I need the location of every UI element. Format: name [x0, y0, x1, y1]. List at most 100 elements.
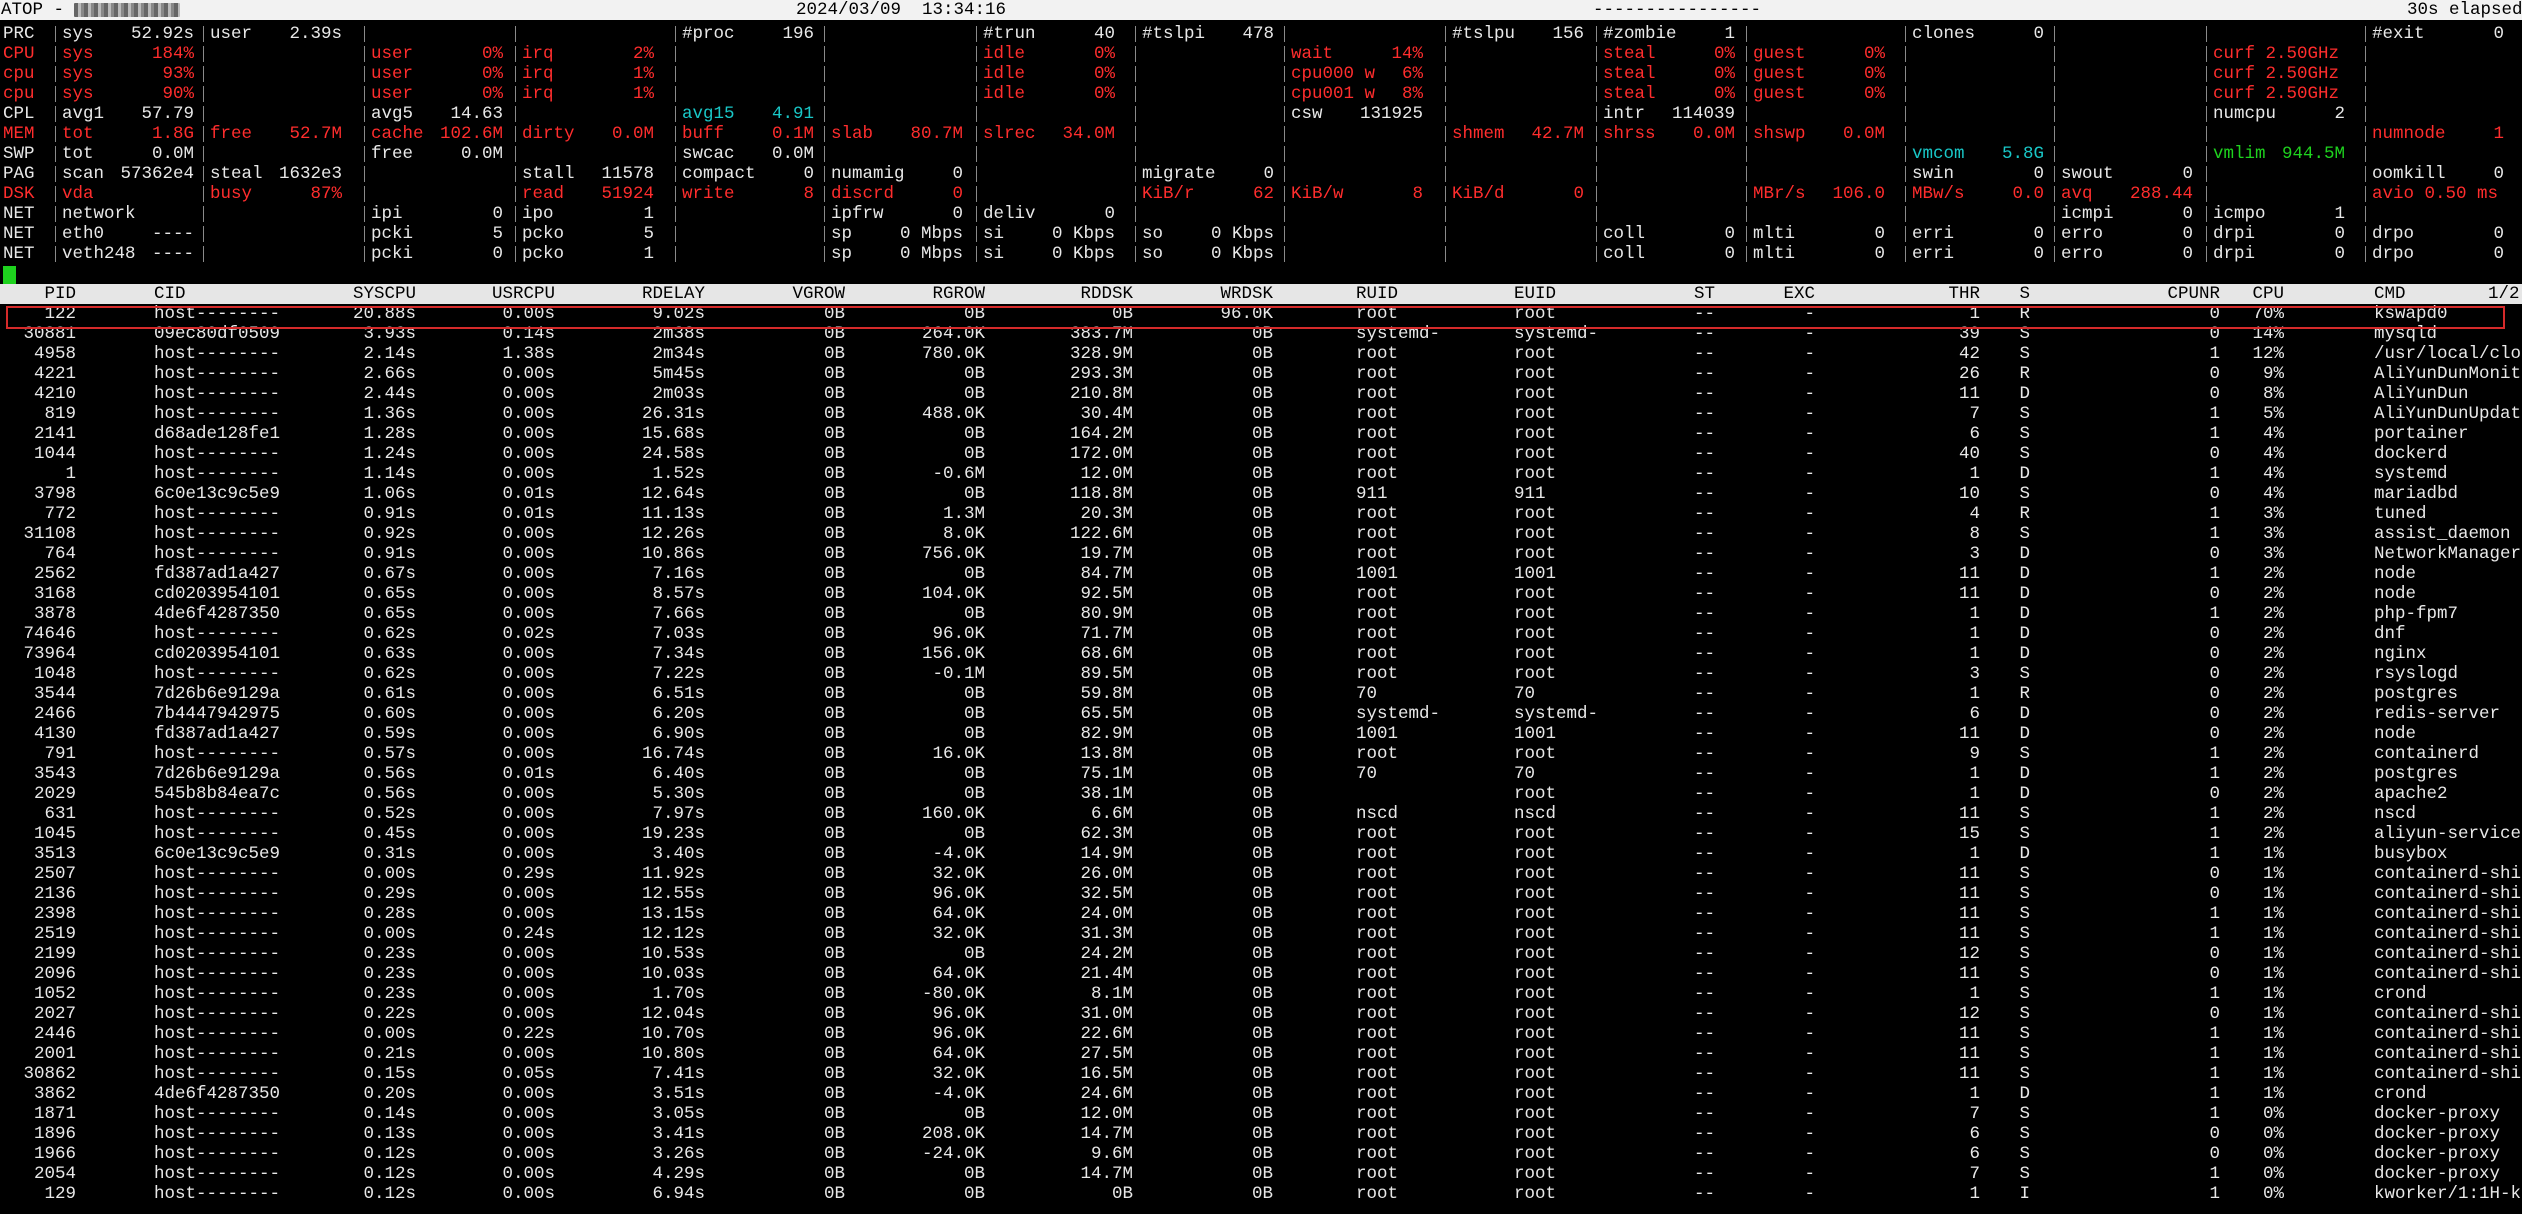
cell-exc: - [1804, 1024, 1815, 1044]
field-separator [364, 106, 365, 122]
table-row[interactable]: 4221 host-------- 2.66s 0.00s 5m45s 0B 0B 293.3… [0, 364, 2522, 384]
field-separator [364, 66, 365, 82]
table-row[interactable]: 791 host-------- 0.57s 0.00s 16.74s 0B 16.0K 13… [0, 744, 2522, 764]
cell-rdelay: 4.29s [652, 1164, 705, 1184]
table-row[interactable]: 819 host-------- 1.36s 0.00s 26.31s 0B 488.0K 3… [0, 404, 2522, 424]
cell-pid: 4130 [33, 724, 76, 744]
table-row[interactable]: 1871 host-------- 0.14s 0.00s 3.05s 0B 0B 12.0M… [0, 1104, 2522, 1124]
field-separator [2054, 146, 2055, 162]
cell-usrcpu: 0.00s [502, 544, 555, 564]
table-row[interactable]: 31108 host-------- 0.92s 0.00s 12.26s 0B 8.0K 1… [0, 524, 2522, 544]
cell-syscpu: 1.24s [363, 444, 416, 464]
cell-s: R [2019, 504, 2030, 524]
cell-wrdsk: 96.0K [1220, 304, 1273, 324]
table-row[interactable]: 3168 cd0203954101 0.65s 0.00s 8.57s 0B 104.0K 9… [0, 584, 2522, 604]
cell-usrcpu: 0.00s [502, 784, 555, 804]
table-row[interactable]: 1896 host-------- 0.13s 0.00s 3.41s 0B 208.0K 1… [0, 1124, 2522, 1144]
cell-euid: root [1514, 1024, 1557, 1044]
table-row[interactable]: 30862 host-------- 0.15s 0.05s 7.41s 0B 32.0K 1… [0, 1064, 2522, 1084]
cell-cpunr: 1 [2209, 804, 2220, 824]
cell-ruid: root [1356, 1184, 1399, 1204]
cell-cmd: containerd-shi [2374, 904, 2522, 924]
table-row[interactable]: 2054 host-------- 0.12s 0.00s 4.29s 0B 0B 14.7M… [0, 1164, 2522, 1184]
table-row[interactable]: 1045 host-------- 0.45s 0.00s 19.23s 0B 0B 62.3… [0, 824, 2522, 844]
table-row[interactable]: 2136 host-------- 0.29s 0.00s 12.55s 0B 96.0K 3… [0, 884, 2522, 904]
table-row[interactable]: 2466 7b4447942975 0.60s 0.00s 6.20s 0B 0B 65.5M… [0, 704, 2522, 724]
table-row[interactable]: 2446 host-------- 0.00s 0.22s 10.70s 0B 96.0K 2… [0, 1024, 2522, 1044]
cell-wrdsk: 0B [1251, 904, 1273, 924]
cell-rgrow: -4.0K [932, 1084, 985, 1104]
table-row[interactable]: 3513 6c0e13c9c5e9 0.31s 0.00s 3.40s 0B -4.0K 14… [0, 844, 2522, 864]
table-row[interactable]: 2096 host-------- 0.23s 0.00s 10.03s 0B 64.0K 2… [0, 964, 2522, 984]
sys-field-value: 0 [2493, 224, 2504, 244]
table-row[interactable]: 4130 fd387ad1a427 0.59s 0.00s 6.90s 0B 0B 82.9M… [0, 724, 2522, 744]
table-row[interactable]: 2001 host-------- 0.21s 0.00s 10.80s 0B 64.0K 2… [0, 1044, 2522, 1064]
table-row[interactable]: 1052 host-------- 0.23s 0.00s 1.70s 0B -80.0K 8… [0, 984, 2522, 1004]
table-row[interactable]: 1048 host-------- 0.62s 0.00s 7.22s 0B -0.1M 89… [0, 664, 2522, 684]
cell-rdelay: 12.04s [641, 1004, 705, 1024]
cell-syscpu: 0.52s [363, 804, 416, 824]
table-row[interactable]: 631 host-------- 0.52s 0.00s 7.97s 0B 160.0K 6.… [0, 804, 2522, 824]
table-row[interactable]: 1966 host-------- 0.12s 0.00s 3.26s 0B -24.0K 9… [0, 1144, 2522, 1164]
cell-pid: 1048 [33, 664, 76, 684]
cell-cmd: containerd-shi [2374, 1024, 2522, 1044]
cell-vgrow: 0B [823, 324, 845, 344]
cell-rgrow: -0.6M [932, 464, 985, 484]
table-row[interactable]: 3798 6c0e13c9c5e9 1.06s 0.01s 12.64s 0B 0B 118.… [0, 484, 2522, 504]
cell-rdelay: 5m45s [652, 364, 705, 384]
table-row[interactable]: 122 host-------- 20.88s 0.00s 9.02s 0B 0B 0B 96.… [0, 304, 2522, 324]
table-row[interactable]: 3544 7d26b6e9129a 0.61s 0.00s 6.51s 0B 0B 59.8M… [0, 684, 2522, 704]
cell-exc: - [1804, 584, 1815, 604]
table-row[interactable]: 3862 4de6f4287350 0.20s 0.00s 3.51s 0B -4.0K 24… [0, 1084, 2522, 1104]
table-row[interactable]: 1044 host-------- 1.24s 0.00s 24.58s 0B 0B 172.… [0, 444, 2522, 464]
field-separator [824, 206, 825, 222]
cell-pid: 2507 [33, 864, 76, 884]
table-row[interactable]: 2029 545b8b84ea7c 0.56s 0.00s 5.30s 0B 0B 38.1M… [0, 784, 2522, 804]
field-separator [824, 26, 825, 42]
table-row[interactable]: 2027 host-------- 0.22s 0.00s 12.04s 0B 96.0K 3… [0, 1004, 2522, 1024]
table-row[interactable]: 74646 host-------- 0.62s 0.02s 7.03s 0B 96.0K 7… [0, 624, 2522, 644]
cell-rdelay: 11.13s [641, 504, 705, 524]
table-row[interactable]: 2562 fd387ad1a427 0.67s 0.00s 7.16s 0B 0B 84.7M… [0, 564, 2522, 584]
sys-field-value: 11578 [601, 164, 654, 184]
column-header-usrcpu: USRCPU [491, 284, 555, 304]
cell-rdelay: 6.51s [652, 684, 705, 704]
cell-exc: - [1804, 764, 1815, 784]
table-row[interactable]: 772 host-------- 0.91s 0.01s 11.13s 0B 1.3M 20.… [0, 504, 2522, 524]
cell-rgrow: 16.0K [932, 744, 985, 764]
cell-thr: 7 [1969, 404, 1980, 424]
cell-exc: - [1804, 1144, 1815, 1164]
cell-syscpu: 0.45s [363, 824, 416, 844]
table-row[interactable]: 2141 d68ade128fe1 1.28s 0.00s 15.68s 0B 0B 164.… [0, 424, 2522, 444]
table-row[interactable]: 2398 host-------- 0.28s 0.00s 13.15s 0B 64.0K 2… [0, 904, 2522, 924]
field-separator [1746, 246, 1747, 262]
sys-field-value: 2.39s [289, 24, 342, 44]
table-row[interactable]: 2519 host-------- 0.00s 0.24s 12.12s 0B 32.0K 3… [0, 924, 2522, 944]
table-row[interactable]: 764 host-------- 0.91s 0.00s 10.86s 0B 756.0K 1… [0, 544, 2522, 564]
cell-cmd: containerd-shi [2374, 864, 2522, 884]
cell-exc: - [1804, 564, 1815, 584]
field-separator [364, 26, 365, 42]
table-row[interactable]: 129 host-------- 0.12s 0.00s 6.94s 0B 0B 0B 0B ro… [0, 1184, 2522, 1204]
cell-st: -- [1693, 904, 1715, 924]
table-row[interactable]: 2199 host-------- 0.23s 0.00s 10.53s 0B 0B 24.2… [0, 944, 2522, 964]
field-separator [675, 146, 676, 162]
table-row[interactable]: 4958 host-------- 2.14s 1.38s 2m34s 0B 780.0K 3… [0, 344, 2522, 364]
cell-rdelay: 2m38s [652, 324, 705, 344]
table-row[interactable]: 3543 7d26b6e9129a 0.56s 0.01s 6.40s 0B 0B 75.1M… [0, 764, 2522, 784]
table-row[interactable]: 1 host-------- 1.14s 0.00s 1.52s 0B -0.6M 12.0M… [0, 464, 2522, 484]
table-row[interactable]: 73964 cd0203954101 0.63s 0.00s 7.34s 0B 156.0K… [0, 644, 2522, 664]
cell-cid: host-------- [154, 804, 281, 824]
cell-st: -- [1693, 1004, 1715, 1024]
field-separator [1284, 126, 1285, 142]
cell-rdelay: 3.51s [652, 1084, 705, 1104]
table-row[interactable]: 30881 09ec80df0509 3.93s 0.14s 2m38s 0B 264.0K… [0, 324, 2522, 344]
table-row[interactable]: 2507 host-------- 0.00s 0.29s 11.92s 0B 32.0K 2… [0, 864, 2522, 884]
cell-exc: - [1804, 504, 1815, 524]
cell-rdelay: 3.41s [652, 1124, 705, 1144]
cell-cid: host-------- [154, 884, 281, 904]
cell-st: -- [1693, 604, 1715, 624]
table-row[interactable]: 4210 host-------- 2.44s 0.00s 2m03s 0B 0B 210.8… [0, 384, 2522, 404]
table-row[interactable]: 3878 4de6f4287350 0.65s 0.00s 7.66s 0B 0B 80.9M… [0, 604, 2522, 624]
cell-rdelay: 7.22s [652, 664, 705, 684]
